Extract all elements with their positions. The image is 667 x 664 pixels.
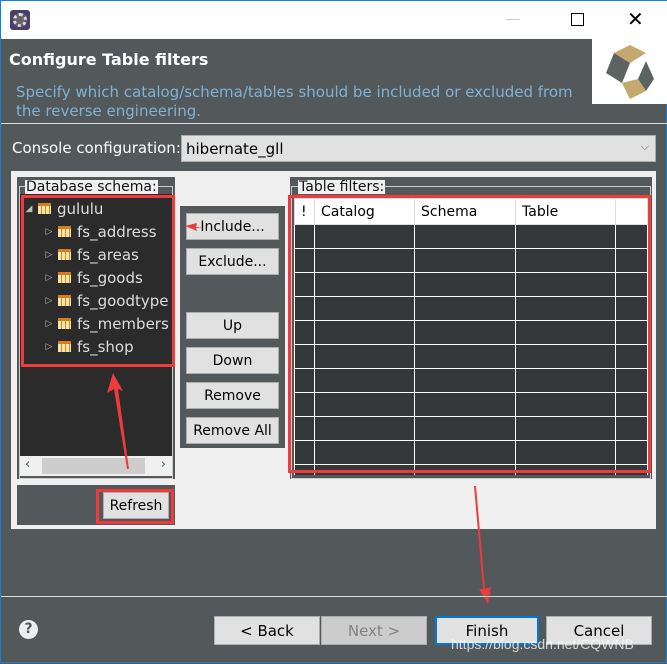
- next-button[interactable]: Next >: [321, 616, 427, 645]
- footer-separator: [1, 596, 667, 597]
- help-icon[interactable]: ?: [19, 620, 38, 639]
- back-button[interactable]: < Back: [214, 616, 320, 645]
- watermark: https://blog.csdn.net/CQWNB: [451, 636, 634, 652]
- annotation-arrows: [107, 223, 491, 604]
